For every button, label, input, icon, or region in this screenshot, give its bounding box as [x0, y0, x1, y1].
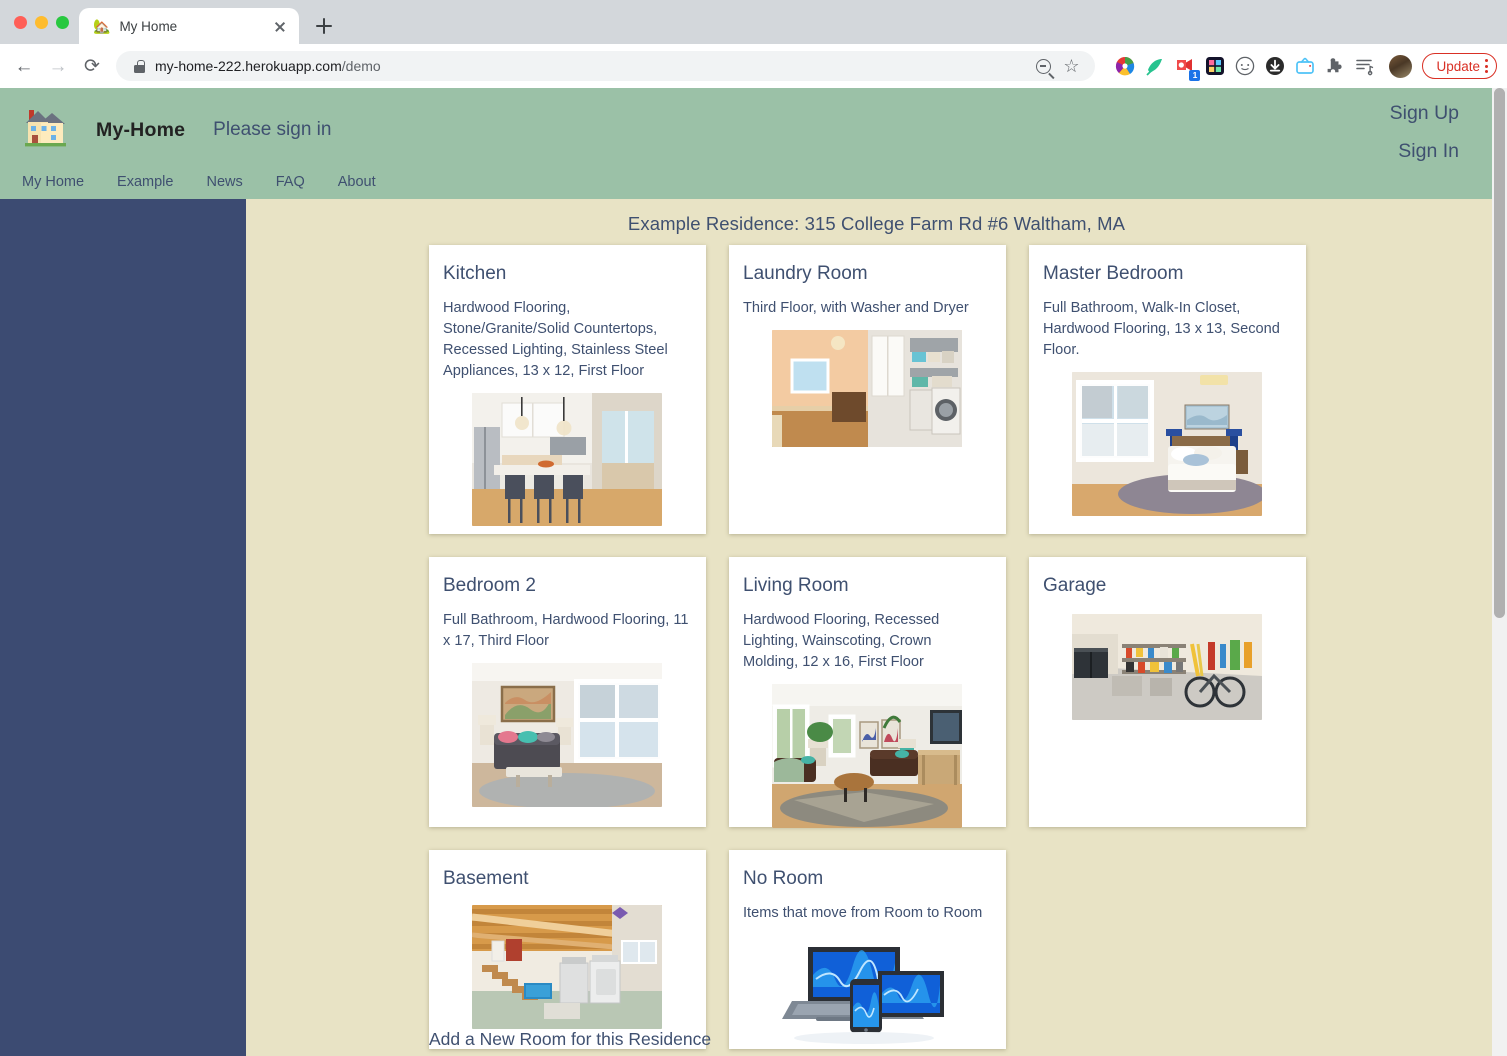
nav-my-home[interactable]: My Home — [22, 174, 84, 190]
forward-button[interactable]: → — [42, 50, 74, 82]
browser-toolbar: ← → ⟳ my-home-222.herokuapp.com/demo ☆ 1… — [0, 44, 1507, 88]
tab-title: My Home — [119, 18, 178, 34]
laundry-room-photo — [771, 329, 962, 447]
page-viewport: My-Home Please sign in Sign Up Sign In M… — [0, 88, 1507, 1056]
grid-colors-icon[interactable] — [1205, 56, 1225, 76]
nav-faq[interactable]: FAQ — [276, 174, 305, 190]
bedroom-2-photo — [471, 663, 662, 808]
room-title: Garage — [1043, 575, 1107, 596]
master-bedroom-photo — [1071, 372, 1262, 517]
room-title: Laundry Room — [743, 263, 868, 284]
nav-news[interactable]: News — [206, 174, 242, 190]
room-description: Full Bathroom, Hardwood Flooring, 11 x 1… — [443, 611, 689, 649]
garage-photo — [1071, 613, 1262, 720]
url-text: my-home-222.herokuapp.com/demo — [155, 58, 381, 74]
tv-icon[interactable] — [1295, 56, 1315, 76]
house-icon — [22, 106, 68, 154]
green-bird-icon[interactable] — [1145, 56, 1165, 76]
room-card-kitchen[interactable]: Kitchen Hardwood Flooring, Stone/Granite… — [429, 245, 706, 534]
room-card-laundry-room[interactable]: Laundry Room Third Floor, with Washer an… — [729, 245, 1006, 534]
main-content: Example Residence: 315 College Farm Rd #… — [246, 199, 1507, 1056]
zoom-out-icon[interactable] — [1036, 58, 1052, 74]
close-tab-icon[interactable] — [271, 17, 289, 35]
update-button-label: Update — [1436, 58, 1480, 74]
reload-button[interactable]: ⟳ — [76, 50, 108, 82]
tab-strip: 🏡 My Home — [0, 0, 1507, 44]
browser-window: 🏡 My Home ← → ⟳ my-home-222.herokuapp.co… — [0, 0, 1507, 1056]
house-icon: 🏡 — [93, 18, 111, 34]
room-card-basement[interactable]: Basement — [429, 850, 706, 1049]
minimize-window-button[interactable] — [35, 15, 48, 29]
devices-photo — [771, 934, 962, 1047]
site-header: My-Home Please sign in Sign Up Sign In M… — [0, 88, 1507, 199]
room-description: Hardwood Flooring, Stone/Granite/Solid C… — [443, 299, 668, 380]
scrollbar-thumb[interactable] — [1494, 88, 1505, 618]
room-card-master-bedroom[interactable]: Master Bedroom Full Bathroom, Walk-In Cl… — [1029, 245, 1306, 534]
living-room-photo — [771, 684, 962, 829]
room-title: Kitchen — [443, 263, 507, 284]
room-card-living-room[interactable]: Living Room Hardwood Flooring, Recessed … — [729, 557, 1006, 829]
back-button[interactable]: ← — [8, 50, 40, 82]
room-description: Third Floor, with Washer and Dryer — [743, 299, 969, 316]
playlist-icon[interactable] — [1355, 56, 1375, 76]
puzzle-piece-icon[interactable] — [1325, 56, 1345, 76]
color-wheel-icon[interactable] — [1115, 56, 1135, 76]
window-controls — [12, 0, 79, 44]
close-window-button[interactable] — [14, 15, 27, 29]
sign-up-link[interactable]: Sign Up — [1390, 102, 1459, 125]
brand-row: My-Home Please sign in — [22, 88, 1507, 154]
basement-photo — [471, 904, 662, 1029]
browser-tab[interactable]: 🏡 My Home — [79, 8, 299, 44]
new-tab-button[interactable] — [309, 11, 339, 41]
room-description: Full Bathroom, Walk-In Closet, Hardwood … — [1043, 299, 1280, 359]
room-title: Living Room — [743, 575, 849, 596]
nav-example[interactable]: Example — [117, 174, 173, 190]
extensions-area: 1 — [1115, 56, 1375, 81]
lock-icon — [134, 59, 145, 73]
red-video-icon[interactable]: 1 — [1175, 56, 1201, 81]
site-nav: My Home Example News FAQ About — [22, 154, 1507, 190]
kitchen-photo — [471, 393, 662, 527]
extension-badge-count: 1 — [1189, 70, 1201, 81]
circle-face-icon[interactable] — [1235, 56, 1255, 76]
maximize-window-button[interactable] — [56, 15, 69, 29]
page-title: Example Residence: 315 College Farm Rd #… — [627, 213, 1126, 234]
sign-in-link[interactable]: Sign In — [1390, 140, 1459, 163]
page-scrollbar[interactable] — [1492, 88, 1507, 1056]
site-brand: My-Home — [96, 118, 186, 141]
browser-menu-icon[interactable] — [1485, 59, 1488, 73]
omnibox-actions: ☆ — [1036, 57, 1081, 75]
room-title: Master Bedroom — [1043, 263, 1184, 284]
add-new-room-link[interactable]: Add a New Room for this Residence — [429, 1029, 711, 1050]
room-title: No Room — [743, 868, 824, 889]
room-card-bedroom-2[interactable]: Bedroom 2 Full Bathroom, Hardwood Floori… — [429, 557, 706, 827]
address-bar[interactable]: my-home-222.herokuapp.com/demo ☆ — [116, 51, 1096, 81]
room-card-garage[interactable]: Garage — [1029, 557, 1306, 827]
room-card-no-room[interactable]: No Room Items that move from Room to Roo… — [729, 850, 1006, 1049]
signin-note: Please sign in — [213, 119, 332, 140]
download-icon[interactable] — [1265, 56, 1285, 76]
update-button[interactable]: Update — [1422, 53, 1497, 79]
room-title: Basement — [443, 868, 529, 889]
bookmark-star-icon[interactable]: ☆ — [1063, 57, 1079, 75]
profile-avatar[interactable] — [1389, 54, 1413, 78]
auth-links: Sign Up Sign In — [1390, 102, 1459, 163]
nav-about[interactable]: About — [338, 174, 376, 190]
room-card-grid: Kitchen Hardwood Flooring, Stone/Granite… — [246, 245, 1396, 1049]
left-sidebar — [0, 199, 246, 1056]
room-title: Bedroom 2 — [443, 575, 536, 596]
room-description: Items that move from Room to Room — [743, 904, 983, 921]
room-description: Hardwood Flooring, Recessed Lighting, Wa… — [743, 611, 940, 671]
page-body: Example Residence: 315 College Farm Rd #… — [0, 199, 1507, 1056]
